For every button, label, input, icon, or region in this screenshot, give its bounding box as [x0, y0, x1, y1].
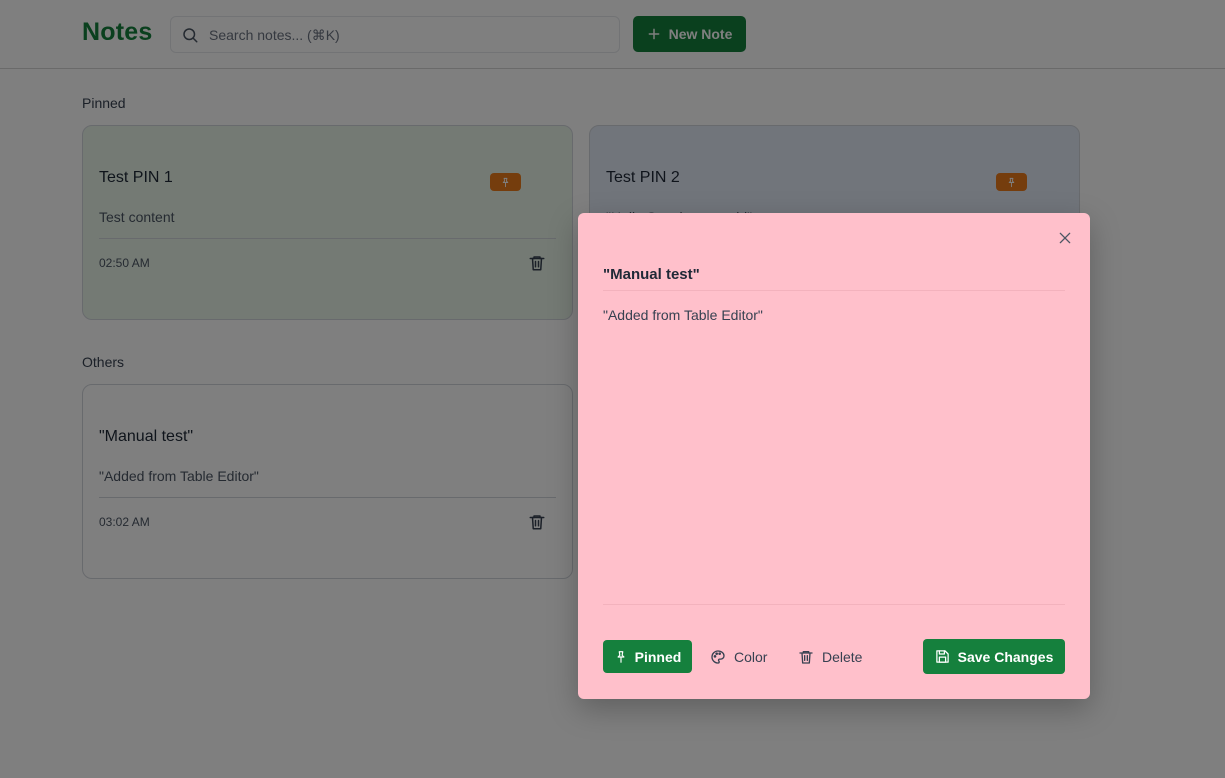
save-changes-button[interactable]: Save Changes — [923, 639, 1065, 674]
color-label: Color — [734, 648, 768, 665]
pinned-label: Pinned — [634, 648, 682, 665]
delete-label: Delete — [822, 648, 863, 665]
note-content-textarea[interactable]: "Added from Table Editor" — [603, 305, 1065, 605]
edit-note-modal: "Added from Table Editor" Pinned Color D… — [578, 213, 1090, 699]
note-title-input[interactable] — [603, 258, 1065, 291]
color-button[interactable]: Color — [710, 640, 767, 673]
close-icon[interactable] — [1057, 230, 1073, 246]
delete-button[interactable]: Delete — [798, 640, 862, 673]
save-label: Save Changes — [957, 648, 1054, 665]
pinned-toggle-button[interactable]: Pinned — [603, 640, 692, 673]
pin-icon — [617, 650, 625, 663]
trash-icon — [799, 650, 813, 664]
palette-icon — [711, 649, 725, 664]
save-icon — [935, 650, 949, 663]
